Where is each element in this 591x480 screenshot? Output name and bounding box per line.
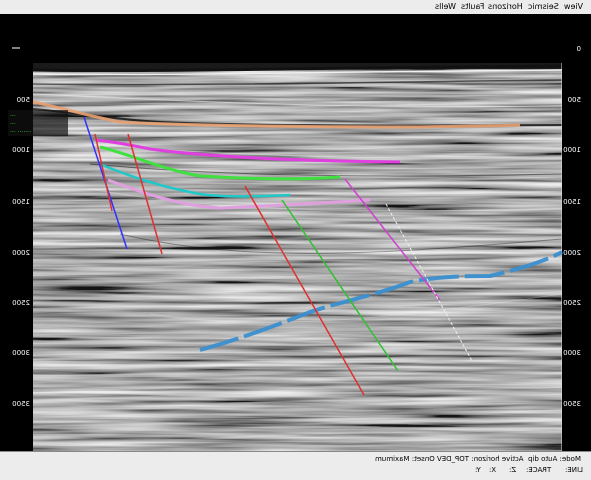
status-mode: Mode: Auto dip xyxy=(528,455,581,463)
status-bar: Mode: Auto dip Active horizon: TOP_DEV O… xyxy=(0,451,591,480)
right-time-axis: 0 500 1000 1500 2000 2500 3000 3500 xyxy=(563,45,581,408)
status-line: LINE: xyxy=(565,466,583,474)
left-tick-1000: 1000 xyxy=(12,146,30,154)
right-tick-2500: 2500 xyxy=(563,299,581,307)
fault-label-box: ··· ··· ··· ······· xyxy=(8,110,68,136)
left-tick-1500: 1500 xyxy=(12,198,30,206)
right-tick-2000: 2000 xyxy=(563,249,581,257)
right-tick-0: 0 xyxy=(577,45,581,53)
menu-view[interactable]: View xyxy=(564,1,583,12)
label-line-2: ··· xyxy=(10,121,16,128)
right-tick-3500: 3500 xyxy=(563,400,581,408)
status-y: Y: xyxy=(475,466,481,474)
left-time-axis: 500 1000 1500 2000 2500 3000 3500 xyxy=(12,96,30,408)
right-tick-3000: 3000 xyxy=(563,349,581,357)
status-z: Z: xyxy=(508,466,516,474)
status-active-horizon: Active horizon: TOP_DEV Onset: Maximum xyxy=(374,455,523,463)
menu-wells[interactable]: Wells xyxy=(435,1,456,12)
left-tick-3500: 3500 xyxy=(12,400,30,408)
status-trace: TRACE: xyxy=(525,466,551,474)
seismic-canvas[interactable]: ··· ··· ··· ······· 500 1000 1500 2000 2… xyxy=(0,14,591,451)
menu-bar: View Seismic Horizons Faults Wells xyxy=(0,0,591,15)
left-tick-2500: 2500 xyxy=(12,299,30,307)
left-tick-500: 500 xyxy=(17,96,30,104)
menu-seismic[interactable]: Seismic xyxy=(528,1,559,12)
label-line-3: ··· ······· xyxy=(10,129,31,136)
label-line-1: ··· xyxy=(10,113,16,120)
right-tick-500: 500 xyxy=(568,96,581,104)
left-tick-2000: 2000 xyxy=(12,249,30,257)
left-tick-3000: 3000 xyxy=(12,349,30,357)
right-tick-1000: 1000 xyxy=(563,146,581,154)
menu-faults[interactable]: Faults xyxy=(461,1,484,12)
seismic-interpretation-window: View Seismic Horizons Faults Wells ··· ·… xyxy=(0,0,591,480)
status-x: X: xyxy=(488,466,496,474)
menu-horizons[interactable]: Horizons xyxy=(488,1,523,12)
right-tick-1500: 1500 xyxy=(563,198,581,206)
seismic-view[interactable]: ··· ··· ··· ······· 500 1000 1500 2000 2… xyxy=(0,14,591,451)
